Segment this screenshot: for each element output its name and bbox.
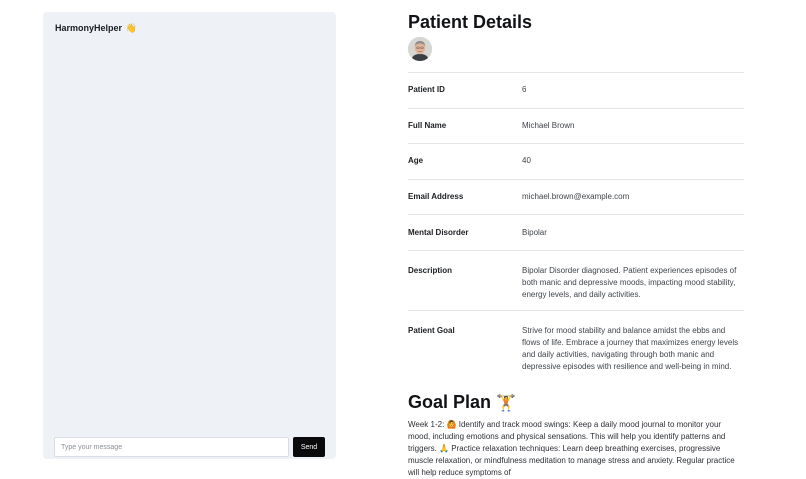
chat-panel: HarmonyHelper 👋 Send — [43, 12, 336, 459]
table-row: Full Name Michael Brown — [408, 107, 744, 144]
row-label: Age — [408, 156, 424, 166]
chat-title: HarmonyHelper 👋 — [55, 23, 137, 34]
table-row: Email Address michael.brown@example.com — [408, 178, 744, 215]
row-label: Mental Disorder — [408, 227, 469, 237]
table-row: Mental Disorder Bipolar — [408, 214, 744, 250]
goal-plan-text: Week 1-2: 🙆 Identify and track mood swin… — [408, 420, 735, 477]
waving-hand-icon: 👋 — [125, 23, 137, 33]
row-label: Description — [408, 265, 453, 275]
message-input[interactable] — [54, 437, 289, 457]
patient-details-table: Patient ID 6 Full Name Michael Brown Age… — [408, 72, 744, 382]
page-title: Patient Details — [408, 12, 533, 32]
patient-photo-icon — [408, 37, 432, 61]
patient-avatar — [408, 37, 432, 61]
table-row: Description Bipolar Disorder diagnosed. … — [408, 249, 744, 310]
row-value: Strive for mood stability and balance am… — [522, 325, 739, 371]
row-value: Bipolar — [522, 227, 547, 237]
row-label: Patient ID — [408, 85, 445, 95]
table-row: Patient Goal Strive for mood stability a… — [408, 309, 744, 382]
table-row: Age 40 — [408, 143, 744, 179]
row-value: 6 — [522, 85, 527, 95]
row-value: Michael Brown — [522, 120, 575, 130]
row-label: Patient Goal — [408, 325, 455, 335]
row-value: 40 — [522, 156, 531, 166]
row-value: Bipolar Disorder diagnosed. Patient expe… — [522, 265, 737, 299]
goal-plan-title-text: Goal Plan — [408, 392, 492, 412]
weightlifter-icon: 🏋️ — [496, 395, 516, 412]
goal-plan-title: Goal Plan 🏋️ — [408, 392, 516, 413]
send-button[interactable]: Send — [293, 437, 325, 457]
chat-title-text: HarmonyHelper — [55, 23, 123, 33]
row-value: michael.brown@example.com — [522, 192, 630, 202]
row-label: Email Address — [408, 192, 464, 202]
row-label: Full Name — [408, 120, 447, 130]
table-row: Patient ID 6 — [408, 72, 744, 108]
